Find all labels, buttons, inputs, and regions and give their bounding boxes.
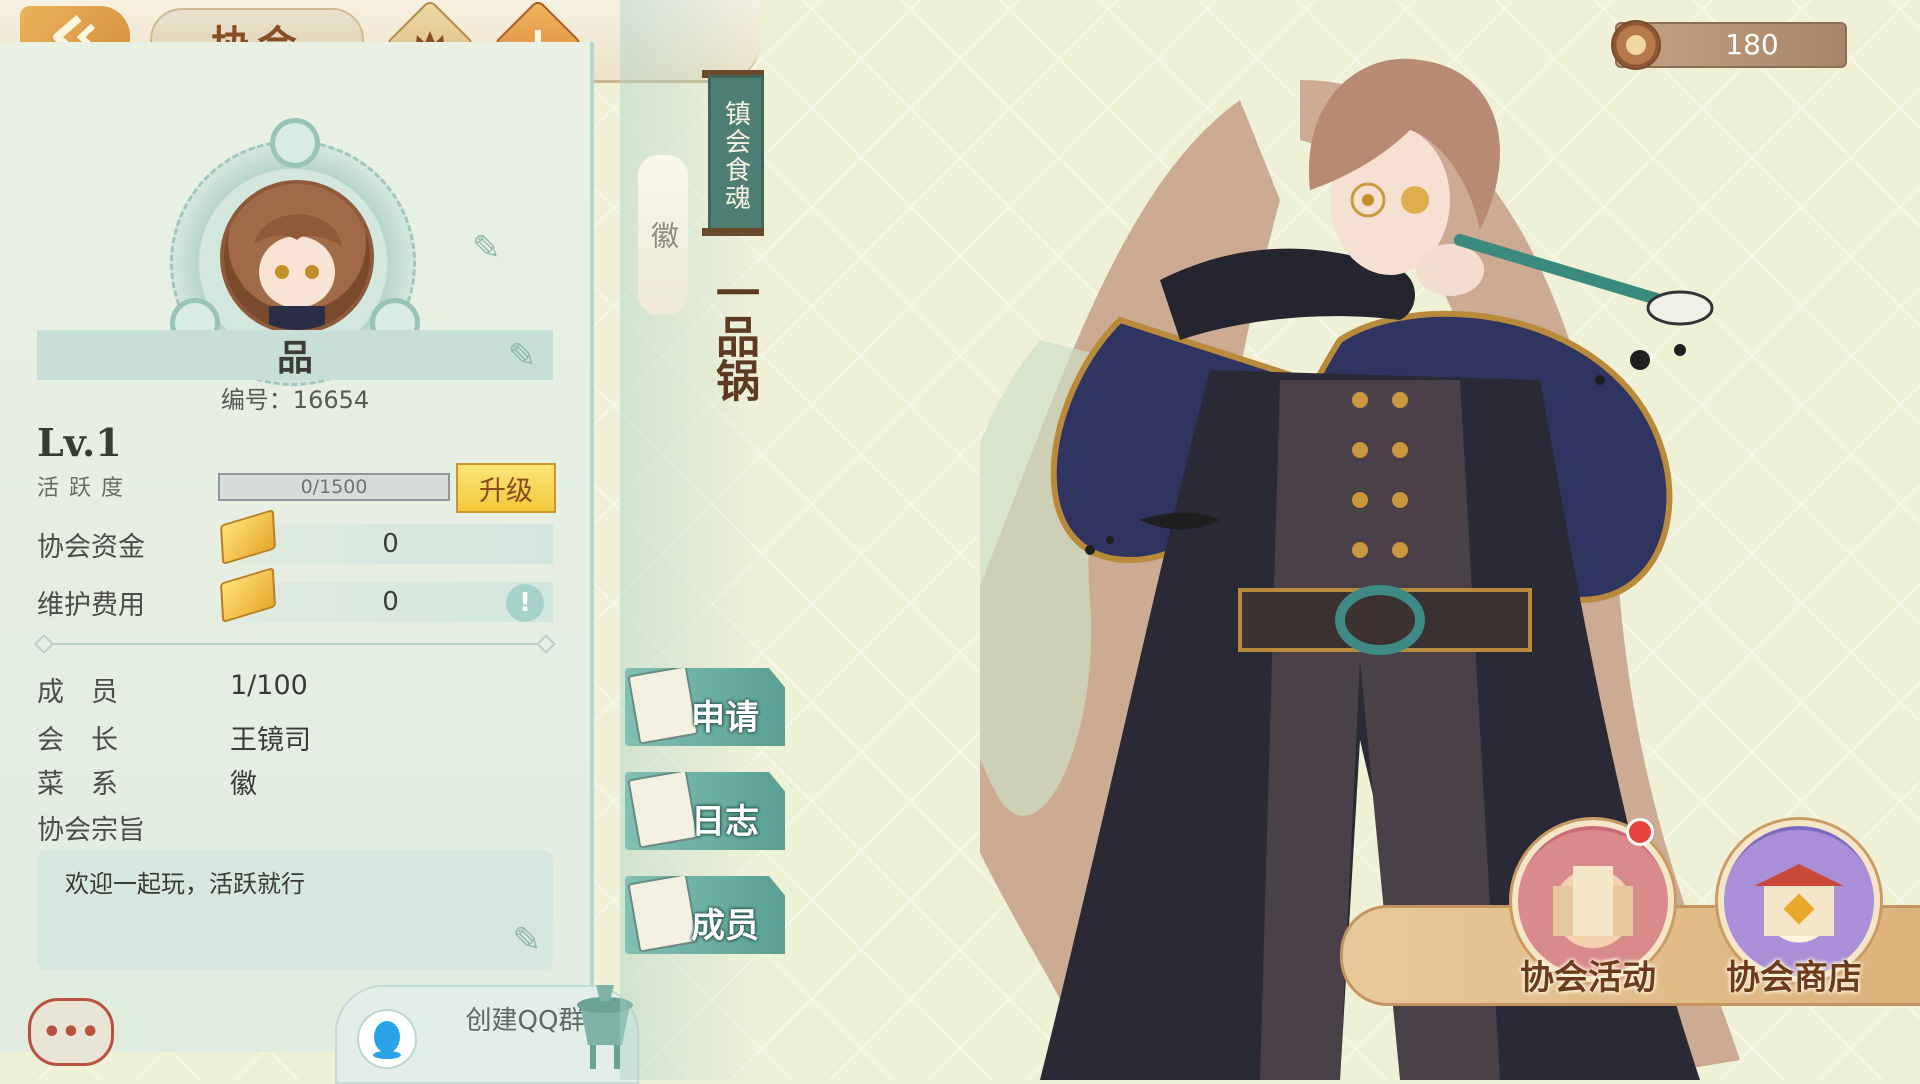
section-divider (45, 643, 545, 645)
guild-id: 编号：16654 (220, 386, 370, 414)
activity-label: 活跃度 (37, 476, 134, 501)
coin-icon (1611, 20, 1661, 70)
cuisine-label: 菜 系 (37, 769, 118, 800)
edit-motto-icon[interactable]: ✎ (513, 920, 542, 960)
notification-dot (1626, 818, 1654, 846)
guild-level: Lv.1 (37, 420, 122, 465)
maintenance-info-icon[interactable]: ! (506, 584, 544, 622)
apply-label: 申请 (691, 698, 759, 738)
members-button[interactable]: 成员 (625, 876, 785, 954)
handshake-icon (627, 876, 699, 953)
edit-avatar-icon[interactable]: ✎ (472, 228, 501, 268)
cuisine-value: 徽 (230, 769, 257, 800)
maintenance-label: 维护费用 (37, 590, 145, 621)
upgrade-button[interactable]: 升级 (456, 463, 556, 513)
currency-display[interactable]: 180 (1611, 20, 1847, 70)
apply-button[interactable]: 申请 (625, 668, 785, 746)
chat-bubble-icon: ••• (42, 1014, 100, 1050)
members-value: 1/100 (230, 670, 308, 701)
cuisine-tag: 徽 (638, 155, 688, 315)
motto-label: 协会宗旨 (37, 815, 145, 846)
letter-icon (627, 668, 699, 745)
motto-text: 欢迎一起玩，活跃就行 (65, 870, 305, 898)
fund-label: 协会资金 (37, 532, 145, 563)
guardian-name: 一品锅 (708, 270, 759, 402)
frame-ornament (270, 118, 320, 168)
guild-name: 品 (276, 338, 313, 379)
guild-activity-label: 协会活动 (1520, 958, 1656, 998)
leader-label: 会 长 (37, 725, 118, 756)
qq-penguin-icon (357, 1009, 417, 1069)
guild-name-bar: 品 (37, 330, 553, 380)
log-button[interactable]: 日志 (625, 772, 785, 850)
chat-button[interactable]: ••• (28, 998, 114, 1066)
currency-value: 180 (1725, 28, 1779, 61)
guild-avatar[interactable] (220, 180, 374, 334)
maintenance-value-bar: 0 (228, 582, 553, 622)
leader-value: 王镜司 (230, 725, 311, 756)
members-button-label: 成员 (691, 906, 759, 946)
members-label: 成 员 (37, 677, 118, 708)
fund-value: 0 (382, 529, 399, 559)
edit-name-icon[interactable]: ✎ (508, 336, 537, 376)
fund-value-bar: 0 (228, 524, 553, 564)
guild-shop-label: 协会商店 (1726, 958, 1862, 998)
book-icon (627, 772, 699, 849)
scroll-rod-bottom (702, 228, 764, 236)
activity-progress-bar: 0/1500 (218, 473, 450, 501)
activity-progress-text: 0/1500 (300, 476, 368, 498)
guardian-scroll: 镇会食魂 (708, 75, 764, 236)
maintenance-value: 0 (382, 587, 399, 617)
motto-box: 欢迎一起玩，活跃就行 ✎ (37, 850, 553, 970)
log-label: 日志 (691, 802, 759, 842)
